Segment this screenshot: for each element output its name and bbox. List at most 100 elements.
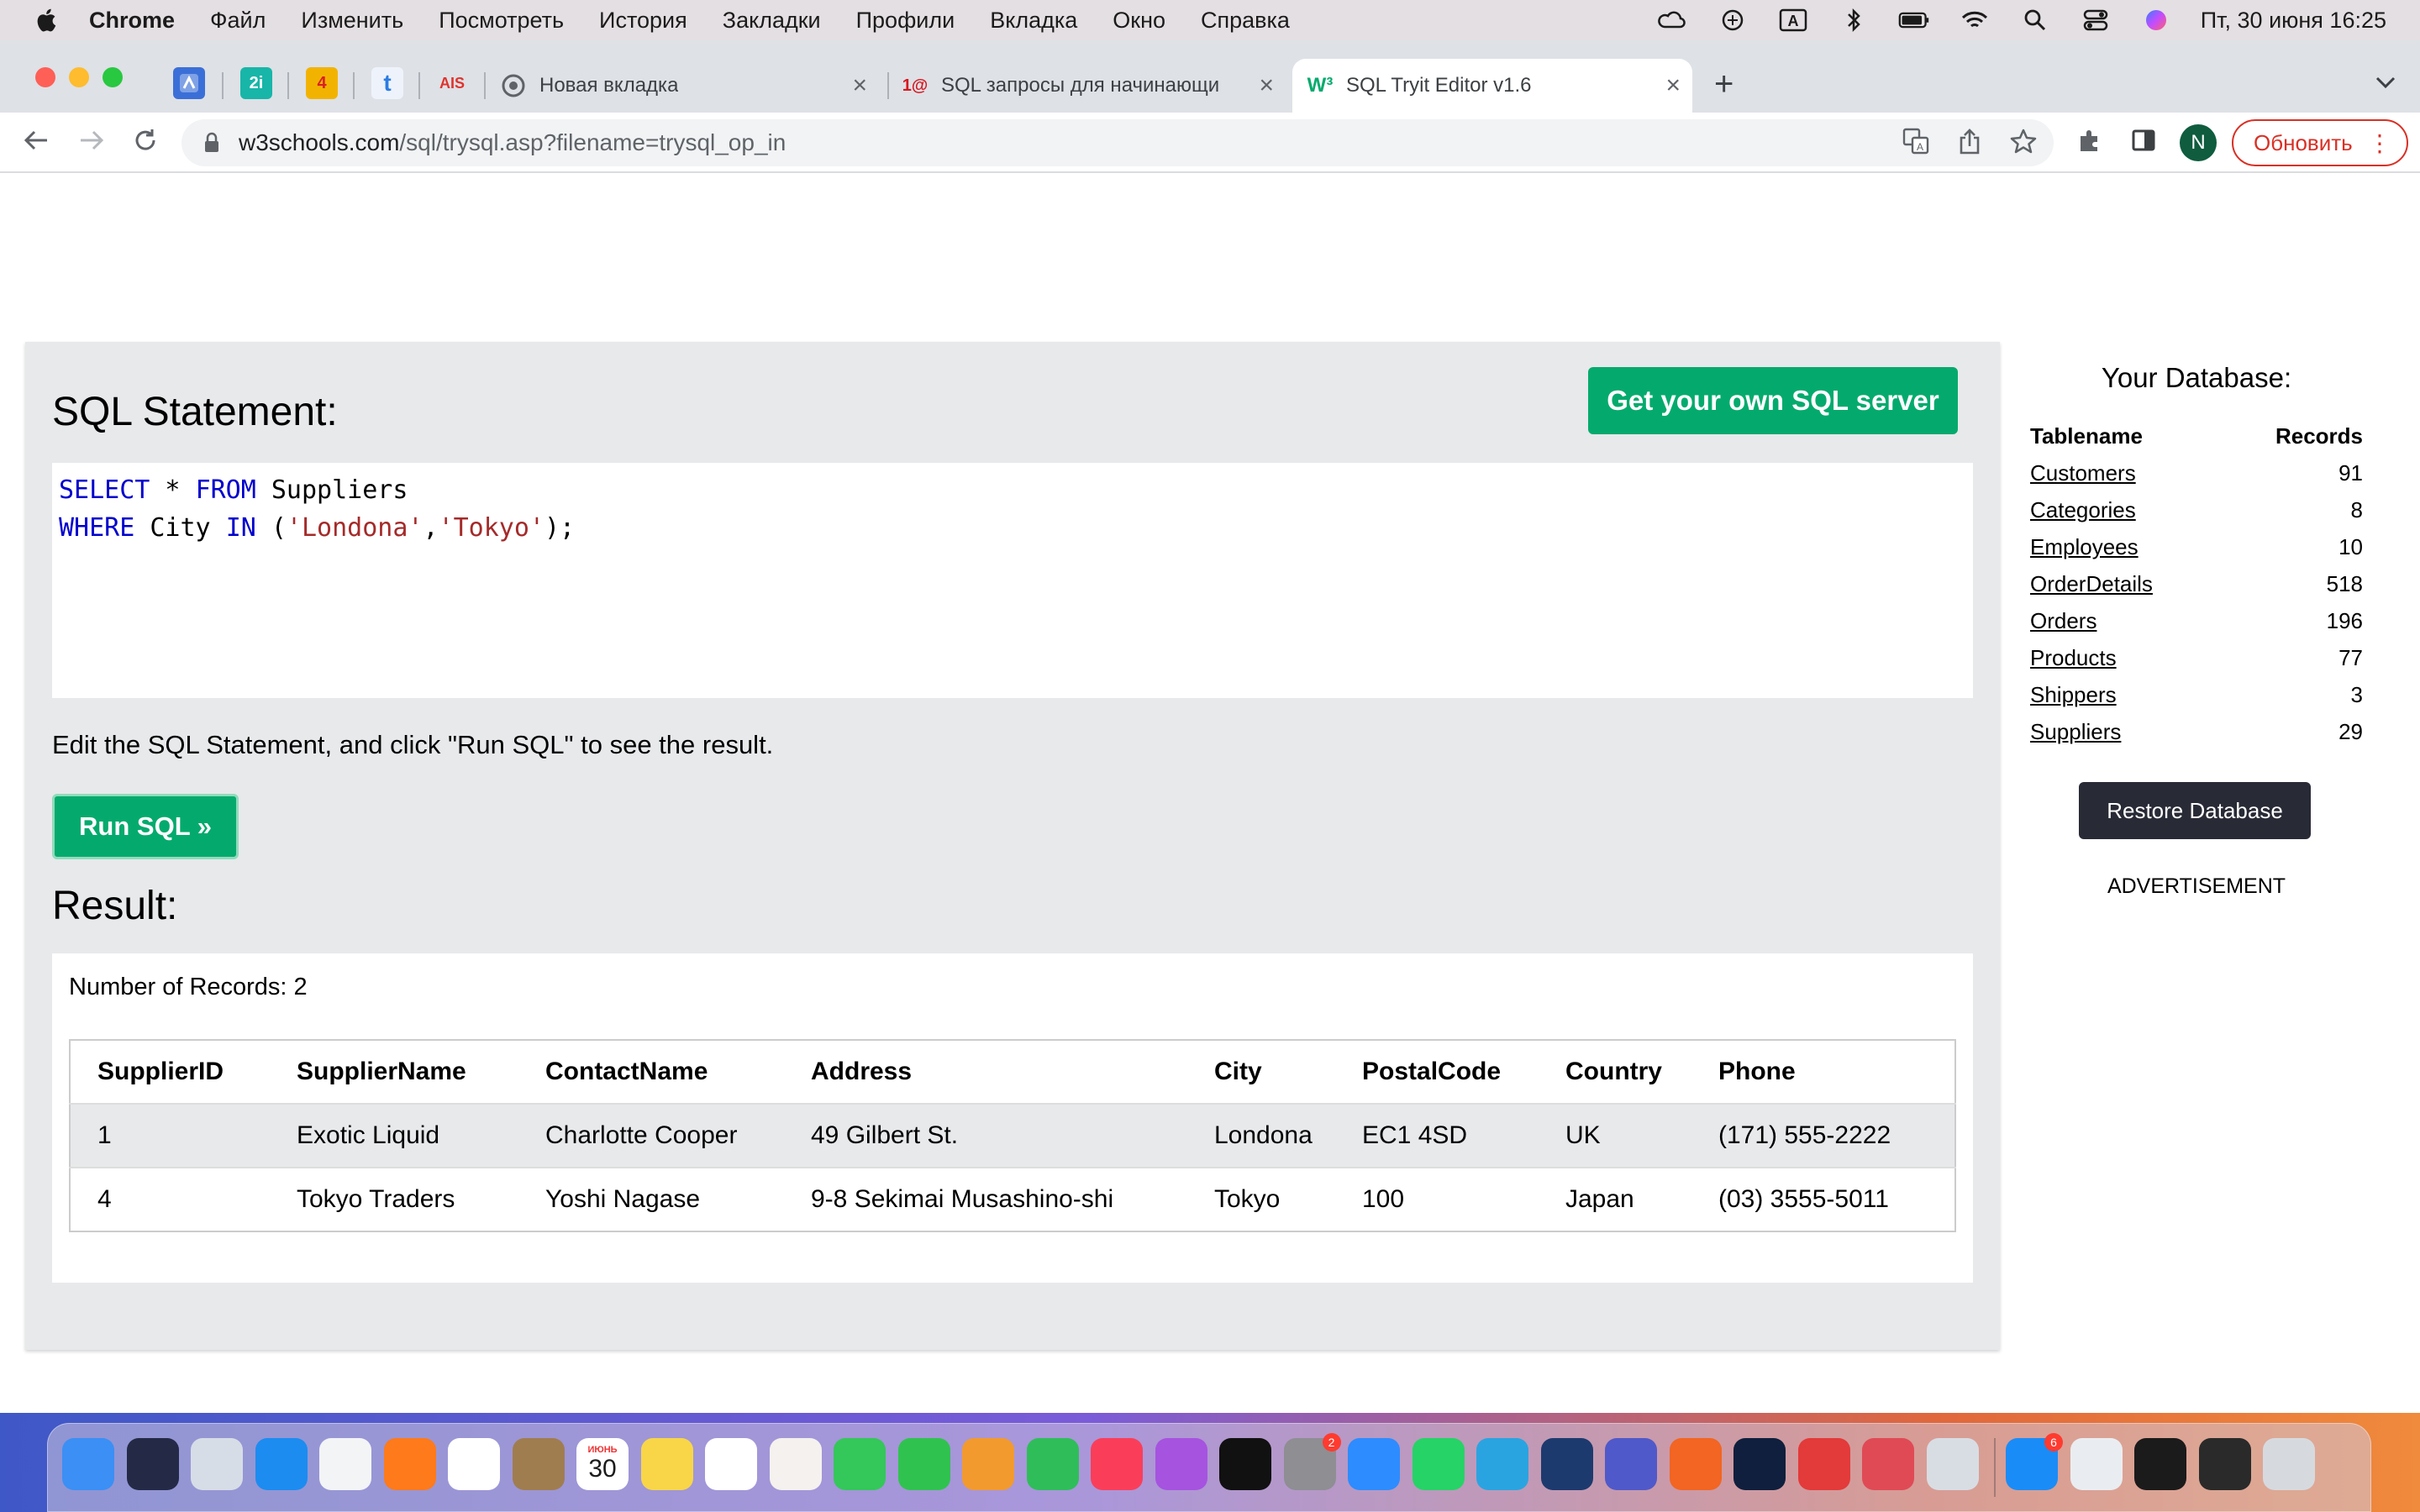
- whatsapp-icon[interactable]: [1412, 1438, 1465, 1490]
- creative-cloud-icon[interactable]: [1797, 1438, 1850, 1490]
- menubar-clock[interactable]: Пт, 30 июня 16:25: [2201, 8, 2386, 34]
- keyboard-input-icon[interactable]: A: [1777, 8, 1809, 33]
- chrome-icon[interactable]: [319, 1438, 371, 1490]
- restore-database-button[interactable]: Restore Database: [2079, 782, 2311, 839]
- speech-icon[interactable]: [1862, 1438, 1914, 1490]
- tab-new-tab[interactable]: Новая вкладка ×: [501, 59, 879, 113]
- preview-icon[interactable]: [1926, 1438, 1979, 1490]
- menu-file[interactable]: Файл: [210, 8, 266, 34]
- menu-tab[interactable]: Вкладка: [990, 8, 1077, 34]
- app-store-icon[interactable]: 6: [2006, 1433, 2063, 1490]
- bookmark-star-icon[interactable]: [2010, 128, 2037, 160]
- close-tab-icon[interactable]: ×: [1665, 71, 1681, 100]
- photos-icon[interactable]: [769, 1438, 822, 1490]
- table-row: Categories 8: [2030, 491, 2363, 528]
- control-center-icon[interactable]: [2080, 8, 2112, 33]
- menu-window[interactable]: Окно: [1113, 8, 1165, 34]
- update-chrome-button[interactable]: Обновить ⋮: [2232, 119, 2408, 166]
- battery-icon[interactable]: [1898, 8, 1930, 33]
- finder-icon[interactable]: [62, 1438, 114, 1490]
- table-link-products[interactable]: Products: [2030, 645, 2117, 670]
- bluetooth-icon[interactable]: [1838, 8, 1870, 33]
- pinned-tab-ais-icon[interactable]: AIS: [434, 67, 471, 99]
- table-link-orderdetails[interactable]: OrderDetails: [2030, 571, 2153, 596]
- menu-bookmarks[interactable]: Закладки: [723, 8, 821, 34]
- table-link-shippers[interactable]: Shippers: [2030, 682, 2117, 707]
- zoom-icon[interactable]: [1348, 1438, 1400, 1490]
- sync-icon[interactable]: [1717, 8, 1749, 33]
- facetime-icon[interactable]: [897, 1438, 950, 1490]
- pinned-tab-2i-icon[interactable]: 2i: [240, 67, 272, 99]
- pages-icon[interactable]: [962, 1438, 1014, 1490]
- table-link-orders[interactable]: Orders: [2030, 608, 2096, 633]
- tab-title: SQL Tryit Editor v1.6: [1346, 74, 1532, 97]
- yandex-icon[interactable]: [448, 1438, 500, 1490]
- lock-icon[interactable]: [203, 132, 220, 154]
- siri-icon[interactable]: [2140, 8, 2172, 33]
- chrome-menu-icon[interactable]: ⋮: [2368, 129, 2391, 157]
- apple-tv-icon[interactable]: [1219, 1438, 1271, 1490]
- creative-cloud-icon[interactable]: [1656, 8, 1688, 33]
- table-link-categories[interactable]: Categories: [2030, 497, 2136, 522]
- table-link-customers[interactable]: Customers: [2030, 460, 2136, 486]
- menu-help[interactable]: Справка: [1201, 8, 1290, 34]
- podcasts-icon[interactable]: [1155, 1438, 1207, 1490]
- menu-history[interactable]: История: [599, 8, 687, 34]
- reminders-icon[interactable]: [705, 1438, 757, 1490]
- sql-editor[interactable]: SELECT * FROM Suppliers WHERE City IN ('…: [52, 463, 1973, 698]
- menu-edit[interactable]: Изменить: [301, 8, 403, 34]
- menu-profiles[interactable]: Профили: [856, 8, 955, 34]
- zoom-window-button[interactable]: [103, 67, 123, 87]
- new-tab-icon[interactable]: +: [1714, 66, 1733, 102]
- launchpad-icon[interactable]: [191, 1438, 243, 1490]
- pinned-tab-mail-icon[interactable]: 4: [306, 67, 338, 99]
- telegram-icon[interactable]: [1476, 1438, 1528, 1490]
- notes-icon[interactable]: [640, 1438, 693, 1490]
- wifi-icon[interactable]: [1959, 8, 1991, 33]
- table-link-suppliers[interactable]: Suppliers: [2030, 719, 2121, 744]
- menu-view[interactable]: Посмотреть: [439, 8, 564, 34]
- extensions-puzzle-icon[interactable]: [2077, 128, 2102, 159]
- messages-icon[interactable]: [834, 1438, 886, 1490]
- lightroom-icon[interactable]: [1733, 1438, 1786, 1490]
- system-settings-icon[interactable]: 2: [1283, 1433, 1341, 1490]
- terminal-icon[interactable]: [2134, 1438, 2186, 1490]
- trash-icon[interactable]: [2263, 1438, 2315, 1490]
- firefox-icon[interactable]: [383, 1438, 436, 1490]
- minimize-window-button[interactable]: [69, 67, 89, 87]
- translate-icon[interactable]: A: [1902, 128, 1929, 160]
- tab-sql-queries[interactable]: 1@ SQL запросы для начинающи ×: [902, 59, 1286, 113]
- get-own-sql-server-button[interactable]: Get your own SQL server: [1588, 367, 1958, 434]
- profile-avatar[interactable]: N: [2180, 124, 2217, 161]
- search-icon[interactable]: [2019, 8, 2051, 33]
- calendar-icon[interactable]: ИЮНЬ 30: [576, 1438, 629, 1490]
- run-sql-button[interactable]: Run SQL »: [52, 794, 239, 859]
- menu-app-name[interactable]: Chrome: [89, 8, 175, 34]
- disk-utility-icon[interactable]: [2070, 1438, 2123, 1490]
- contacts-icon[interactable]: [512, 1438, 565, 1490]
- numbers-icon[interactable]: [1026, 1438, 1079, 1490]
- pinned-tab-t-icon[interactable]: t: [371, 67, 403, 99]
- share-icon[interactable]: [1958, 128, 1981, 160]
- close-tab-icon[interactable]: ×: [1259, 71, 1274, 100]
- keyboard-icon[interactable]: [2198, 1438, 2251, 1490]
- teams-icon[interactable]: [1605, 1438, 1657, 1490]
- back-arrow-icon[interactable]: [22, 126, 50, 162]
- tab-sql-tryit-editor[interactable]: W³ SQL Tryit Editor v1.6 ×: [1292, 59, 1692, 113]
- side-panel-icon[interactable]: [2131, 128, 2156, 159]
- music-icon[interactable]: [1091, 1438, 1143, 1490]
- address-bar[interactable]: w3schools.com/sql/trysql.asp?filename=tr…: [182, 119, 2054, 166]
- safari-icon[interactable]: [255, 1438, 308, 1490]
- close-window-button[interactable]: [35, 67, 55, 87]
- siri-icon[interactable]: [126, 1438, 179, 1490]
- pen-icon[interactable]: [1669, 1438, 1722, 1490]
- close-tab-icon[interactable]: ×: [852, 71, 867, 100]
- apple-icon[interactable]: [34, 7, 57, 34]
- pinned-tab-app-icon[interactable]: [173, 67, 205, 99]
- cube-icon[interactable]: [1540, 1438, 1593, 1490]
- forward-arrow-icon[interactable]: [77, 126, 106, 162]
- reload-icon[interactable]: [131, 126, 160, 162]
- table-link-employees[interactable]: Employees: [2030, 534, 2139, 559]
- col-header: SupplierID: [97, 1058, 224, 1085]
- tab-search-chevron-icon[interactable]: [2375, 69, 2396, 95]
